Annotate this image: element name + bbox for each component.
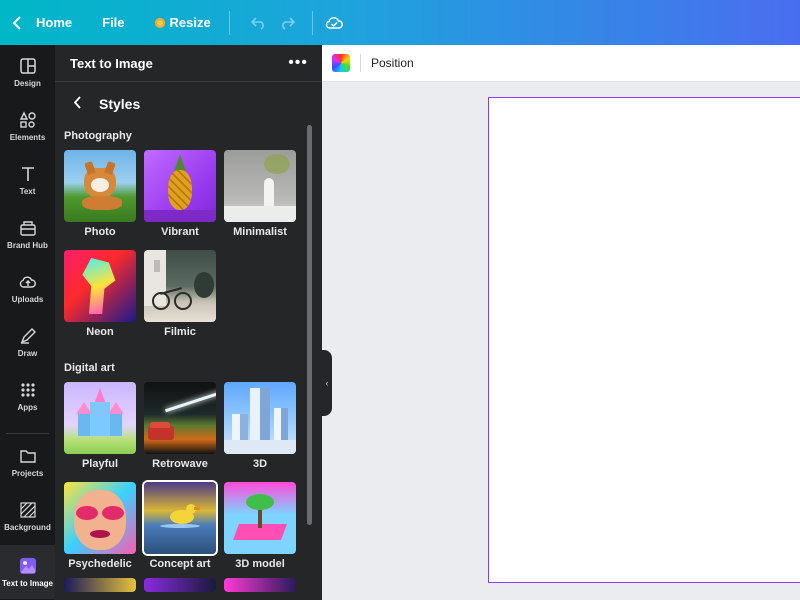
file-menu-button[interactable]: File xyxy=(102,0,124,45)
style-tile-neon[interactable]: Neon xyxy=(64,250,136,342)
style-label: Filmic xyxy=(164,326,196,338)
photography-grid: Photo Vibrant Minimalist Neon Filmic xyxy=(64,150,322,342)
style-label: Psychedelic xyxy=(68,558,132,570)
rail-item-apps[interactable]: Apps xyxy=(0,369,55,423)
rail-label: Projects xyxy=(11,468,44,478)
topbar-divider xyxy=(311,10,313,35)
vibrant-thumbnail xyxy=(144,150,216,222)
neon-thumbnail xyxy=(64,250,136,322)
photo-thumbnail xyxy=(64,150,136,222)
partial-thumbnail[interactable] xyxy=(64,578,136,592)
styles-title: Styles xyxy=(99,96,141,112)
rail-label: Apps xyxy=(17,402,38,412)
apps-icon xyxy=(20,382,35,397)
style-label: Retrowave xyxy=(152,458,208,470)
back-chevron-icon[interactable] xyxy=(73,95,87,113)
rail-label: Background xyxy=(4,522,51,532)
resize-label: Resize xyxy=(169,15,211,30)
more-styles-row xyxy=(64,578,322,592)
style-tile-minimalist[interactable]: Minimalist xyxy=(224,150,296,242)
style-tile-photo[interactable]: Photo xyxy=(64,150,136,242)
cloud-save-icon[interactable] xyxy=(323,0,345,45)
style-label: 3D model xyxy=(235,558,285,570)
partial-thumbnail[interactable] xyxy=(144,578,216,592)
partial-thumbnail[interactable] xyxy=(224,578,296,592)
playful-thumbnail xyxy=(64,382,136,454)
concept-art-thumbnail xyxy=(144,482,216,554)
retrowave-thumbnail xyxy=(144,382,216,454)
draw-icon xyxy=(20,327,36,344)
3d-model-thumbnail xyxy=(224,482,296,554)
rail-label: Text xyxy=(19,186,36,196)
psychedelic-thumbnail xyxy=(64,482,136,554)
style-tile-filmic[interactable]: Filmic xyxy=(144,250,216,342)
left-nav-rail: Design Elements Text Brand Hub Uploads D… xyxy=(0,45,55,600)
crown-icon xyxy=(154,17,165,28)
styles-header: Styles xyxy=(55,82,322,126)
background-icon xyxy=(19,501,36,518)
text-to-image-panel: Text to Image ••• Styles Photography Pho… xyxy=(55,45,322,600)
text-icon xyxy=(21,166,34,181)
rail-item-draw[interactable]: Draw xyxy=(0,315,55,369)
position-button[interactable]: Position xyxy=(371,56,414,70)
rail-label: Elements xyxy=(9,132,46,142)
style-tile-3d-model[interactable]: 3D model xyxy=(224,482,296,574)
rail-label: Uploads xyxy=(11,294,44,304)
context-toolbar: Position xyxy=(322,45,800,82)
filmic-thumbnail xyxy=(144,250,216,322)
rail-item-design[interactable]: Design xyxy=(0,45,55,99)
section-title-digital-art: Digital art xyxy=(64,362,115,374)
rail-item-uploads[interactable]: Uploads xyxy=(0,261,55,315)
rail-item-elements[interactable]: Elements xyxy=(0,99,55,153)
rail-item-text-to-image[interactable]: Text to Image xyxy=(0,545,55,599)
digital-art-grid: Playful Retrowave 3D Psychedelic Concept… xyxy=(64,382,322,574)
rail-item-projects[interactable]: Projects xyxy=(0,435,55,489)
panel-title: Text to Image xyxy=(70,55,153,71)
rail-item-background[interactable]: Background xyxy=(0,489,55,543)
rail-item-brand-hub[interactable]: Brand Hub xyxy=(0,207,55,261)
panel-scrollbar[interactable] xyxy=(307,125,312,525)
redo-icon[interactable] xyxy=(276,0,298,45)
top-bar: Home File Resize xyxy=(0,0,800,45)
style-tile-3d[interactable]: 3D xyxy=(224,382,296,474)
undo-icon[interactable] xyxy=(248,0,270,45)
design-icon xyxy=(19,57,36,74)
elements-icon xyxy=(19,110,36,128)
style-label: Minimalist xyxy=(233,226,287,238)
folder-icon xyxy=(19,449,36,463)
more-options-icon[interactable]: ••• xyxy=(288,54,308,72)
style-label: Neon xyxy=(86,326,114,338)
rail-label: Brand Hub xyxy=(7,240,48,250)
style-label: Vibrant xyxy=(161,226,199,238)
text-to-image-icon xyxy=(19,557,36,574)
style-label: Playful xyxy=(81,458,119,470)
style-label: 3D xyxy=(252,458,268,470)
rail-label: Draw xyxy=(17,348,38,358)
section-title-photography: Photography xyxy=(64,130,132,142)
minimalist-thumbnail xyxy=(224,150,296,222)
rail-label: Text to Image xyxy=(2,578,53,588)
style-label: Concept art xyxy=(149,558,211,570)
3d-thumbnail xyxy=(224,382,296,454)
brand-hub-icon xyxy=(19,220,36,236)
topbar-divider xyxy=(228,10,230,35)
style-tile-retrowave[interactable]: Retrowave xyxy=(144,382,216,474)
toolbar-divider xyxy=(360,54,361,72)
collapse-panel-chevron-icon[interactable]: ‹ xyxy=(322,350,332,416)
rail-item-text[interactable]: Text xyxy=(0,153,55,207)
resize-button[interactable]: Resize xyxy=(154,0,211,45)
design-canvas-page[interactable] xyxy=(488,97,800,583)
style-tile-playful[interactable]: Playful xyxy=(64,382,136,474)
rail-divider xyxy=(6,433,49,434)
style-tile-psychedelic[interactable]: Psychedelic xyxy=(64,482,136,574)
color-picker-icon[interactable] xyxy=(332,54,350,72)
style-tile-vibrant[interactable]: Vibrant xyxy=(144,150,216,242)
panel-header: Text to Image ••• xyxy=(55,45,322,82)
rail-label: Design xyxy=(14,78,41,88)
style-label: Photo xyxy=(84,226,116,238)
back-chevron-icon[interactable] xyxy=(12,0,26,45)
upload-icon xyxy=(19,276,36,288)
home-button[interactable]: Home xyxy=(36,0,72,45)
style-tile-concept-art[interactable]: Concept art xyxy=(144,482,216,574)
